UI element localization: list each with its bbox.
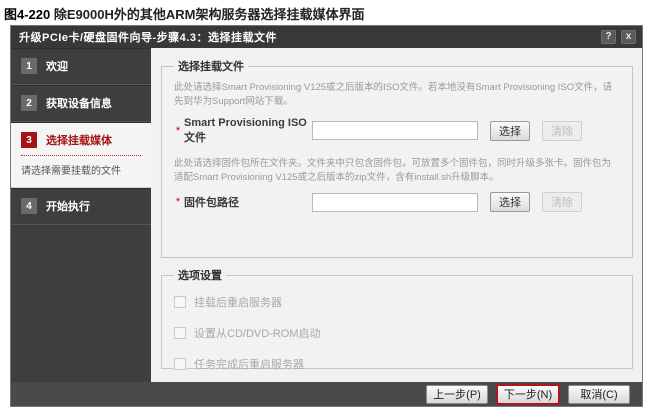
step-label: 欢迎: [46, 58, 68, 74]
step-label: 获取设备信息: [46, 95, 112, 111]
wizard-dialog: 升级PCIe卡/硬盘固件向导-步骤4.3：选择挂载文件 ? x 1 欢迎 2 获…: [10, 25, 643, 407]
checkbox-label: 任务完成后重启服务器: [194, 356, 304, 372]
iso-field-row: * Smart Provisioning ISO文件 选择 清除: [172, 117, 622, 145]
dialog-body: 1 欢迎 2 获取设备信息 3 选择挂载媒体 请选择需要挂载的文件: [11, 48, 642, 382]
dialog-titlebar: 升级PCIe卡/硬盘固件向导-步骤4.3：选择挂载文件 ? x: [11, 26, 642, 48]
step-number-badge: 2: [21, 95, 37, 111]
dialog-footer: 上一步(P) 下一步(N) 取消(C): [11, 382, 642, 406]
wizard-steps-sidebar: 1 欢迎 2 获取设备信息 3 选择挂载媒体 请选择需要挂载的文件: [11, 48, 151, 382]
checkbox-row-restart-after-task: 任务完成后重启服务器: [174, 356, 620, 372]
checkbox-icon: [174, 296, 186, 308]
firmware-description: 此处请选择固件包所在文件夹。文件夹中只包含固件包，可放置多个固件包，同时升级多张…: [174, 157, 620, 186]
options-group-legend: 选项设置: [174, 267, 226, 283]
step-item-select-media-active[interactable]: 3 选择挂载媒体 请选择需要挂载的文件: [11, 122, 151, 188]
iso-select-button[interactable]: 选择: [490, 121, 530, 141]
main-content: 选择挂载文件 此处请选择Smart Provisioning V125或之后版本…: [151, 48, 642, 382]
step-active-divider: [21, 155, 141, 156]
mount-file-group: 选择挂载文件 此处请选择Smart Provisioning V125或之后版本…: [161, 58, 633, 258]
firmware-clear-button: 清除: [542, 192, 582, 212]
checkbox-label: 挂载后重启服务器: [194, 294, 282, 310]
required-mark: *: [172, 196, 184, 208]
iso-clear-button: 清除: [542, 121, 582, 141]
step-item-device-info[interactable]: 2 获取设备信息: [11, 85, 151, 122]
close-icon[interactable]: x: [621, 30, 636, 44]
firmware-select-button[interactable]: 选择: [490, 192, 530, 212]
step-label: 选择挂载媒体: [46, 132, 112, 148]
firmware-path-label: 固件包路径: [184, 194, 312, 210]
checkbox-label: 设置从CD/DVD-ROM启动: [194, 325, 321, 341]
step-number-badge: 3: [21, 132, 37, 148]
firmware-field-row: * 固件包路径 选择 清除: [172, 192, 622, 212]
next-step-button[interactable]: 下一步(N): [497, 385, 559, 404]
step-number-badge: 1: [21, 58, 37, 74]
checkbox-icon: [174, 327, 186, 339]
help-icon[interactable]: ?: [601, 30, 616, 44]
step-subtitle: 请选择需要挂载的文件: [21, 162, 141, 177]
step-number-badge: 4: [21, 198, 37, 214]
mount-file-group-legend: 选择挂载文件: [174, 58, 248, 74]
dialog-title: 升级PCIe卡/硬盘固件向导-步骤4.3：选择挂载文件: [19, 29, 596, 45]
options-group: 选项设置 挂载后重启服务器 设置从CD/DVD-ROM启动 任务完成后重启服务器…: [161, 267, 633, 369]
cancel-button[interactable]: 取消(C): [568, 385, 630, 404]
step-item-welcome[interactable]: 1 欢迎: [11, 48, 151, 85]
iso-field-label: Smart Provisioning ISO文件: [184, 117, 312, 145]
previous-step-button[interactable]: 上一步(P): [426, 385, 488, 404]
figure-label: 图4-220: [4, 7, 50, 22]
checkbox-row-boot-from-cd: 设置从CD/DVD-ROM启动: [174, 325, 620, 341]
figure-caption: 图4-220 除E9000H外的其他ARM架构服务器选择挂载媒体界面: [0, 0, 649, 25]
iso-description: 此处请选择Smart Provisioning V125或之后版本的ISO文件。…: [174, 81, 620, 110]
iso-file-input[interactable]: [312, 121, 478, 140]
step-item-execute[interactable]: 4 开始执行: [11, 188, 151, 225]
step-label: 开始执行: [46, 198, 90, 214]
required-mark: *: [172, 125, 184, 137]
figure-title: 除E9000H外的其他ARM架构服务器选择挂载媒体界面: [54, 7, 365, 22]
checkbox-icon: [174, 358, 186, 370]
checkbox-row-restart-after-mount: 挂载后重启服务器: [174, 294, 620, 310]
firmware-path-input[interactable]: [312, 193, 478, 212]
